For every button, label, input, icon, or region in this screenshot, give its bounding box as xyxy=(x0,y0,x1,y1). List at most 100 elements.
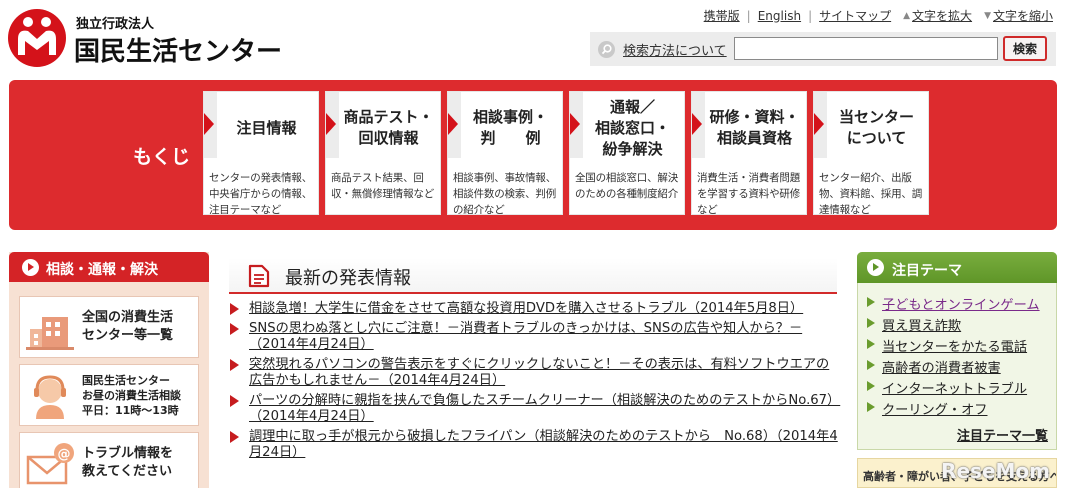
arrow-icon xyxy=(326,92,339,158)
bullet-icon xyxy=(230,303,239,315)
logo-name: 国民生活センター xyxy=(74,37,283,67)
menu-card-cases[interactable]: 相談事例・ 判 例 相談事例、事故情報、相談件数の検索、判例の紹介など xyxy=(447,91,563,215)
sitemap-link[interactable]: サイトマップ xyxy=(819,7,891,24)
menu-card-desc: センター紹介、出版物、資料館、採用、調達情報など xyxy=(819,172,922,215)
bullet-icon xyxy=(867,402,875,412)
consumer-center-list-button[interactable]: 全国の消費生活 センター等一覧 xyxy=(19,296,199,358)
list-item: 買え買え詐欺 xyxy=(865,315,1040,336)
site-logo[interactable]: 独立行政法人 国民生活センター xyxy=(8,9,282,67)
triangle-down-icon: ▼ xyxy=(984,10,991,21)
bullet-icon xyxy=(230,359,239,371)
utility-links: 携帯版 | English | サイトマップ ▲ 文字を拡大 ▼ 文字を縮小 xyxy=(704,7,1053,24)
english-link[interactable]: English xyxy=(758,9,801,23)
topic-link[interactable]: クーリング・オフ xyxy=(882,403,988,418)
menu-card-title: 当センター について xyxy=(838,108,914,147)
search-help-link[interactable]: 検索方法について xyxy=(623,40,727,59)
logo-subtitle: 独立行政法人 xyxy=(76,17,155,32)
text-smaller-link[interactable]: 文字を縮小 xyxy=(993,7,1053,24)
menu-card-desc: 商品テスト結果、回収・無償修理情報など xyxy=(331,172,434,200)
list-item: 突然現れるパソコンの警告表示をすぐにクリックしないこと！－その表示は、有料ソフト… xyxy=(229,357,841,389)
lunchtime-consultation-button[interactable]: 国民生活センター お昼の消費生活相談 平日：11時～13時 xyxy=(19,364,199,426)
watermark-logo: ReseMom xyxy=(941,459,1050,483)
menu-card-product-test[interactable]: 商品テスト・ 回収情報 商品テスト結果、回収・無償修理情報など xyxy=(325,91,441,215)
box-line: 教えてください xyxy=(82,464,172,479)
bullet-icon xyxy=(867,297,875,307)
mobile-link[interactable]: 携帯版 xyxy=(704,7,740,24)
bullet-icon xyxy=(230,323,239,335)
magnifier-icon xyxy=(598,41,615,58)
menu-card-desc: センターの発表情報、中央省庁からの情報、注目テーマなど xyxy=(209,172,312,215)
circle-arrow-icon xyxy=(22,259,39,276)
menu-title: もくじ xyxy=(133,146,191,168)
list-item: 高齢者の消費者被害 xyxy=(865,357,1040,378)
menu-card-title: 注目情報 xyxy=(236,118,297,137)
arrow-icon xyxy=(570,92,583,158)
news-link[interactable]: 突然現れるパソコンの警告表示をすぐにクリックしないこと！－その表示は、有料ソフト… xyxy=(249,357,829,388)
box-line: お昼の消費生活相談 xyxy=(82,388,181,402)
box-line: 全国の消費生活 xyxy=(82,310,174,325)
bullet-icon xyxy=(867,360,875,370)
triangle-up-icon: ▲ xyxy=(903,10,911,21)
bullet-icon xyxy=(867,318,875,328)
building-icon xyxy=(26,317,74,350)
topic-list: 子どもとオンラインゲーム 買え買え詐欺 当センターをかたる電話 高齢者の消費者被… xyxy=(865,294,1040,420)
list-item: パーツの分解時に親指を挟んで負傷したスチームクリーナー（相談解決のためのテストか… xyxy=(229,393,841,425)
consultation-heading-label: 相談・通報・解決 xyxy=(46,262,158,278)
menu-card-featured[interactable]: 注目情報 センターの発表情報、中央省庁からの情報、注目テーマなど xyxy=(203,91,319,215)
bullet-icon xyxy=(867,381,875,391)
box-line: 平日：11時～13時 xyxy=(82,403,179,417)
list-item: 子どもとオンラインゲーム xyxy=(865,294,1040,315)
topic-link[interactable]: インターネットトラブル xyxy=(882,382,1027,397)
menu-card-reporting[interactable]: 通報／ 相談窓口・ 紛争解決 全国の相談窓口、解決のための各種制度紹介 xyxy=(569,91,685,215)
consultation-panel: 相談・通報・解決 全国の消費生活 センター等一覧 国民生活センター お昼の消費生… xyxy=(9,252,209,488)
list-item: 相談急増！大学生に借金をさせて高額な投資用DVDを購入させるトラブル（2014年… xyxy=(229,301,841,317)
menu-card-training[interactable]: 研修・資料・ 相談員資格 消費生活・消費者問題を学習する資料や研修など xyxy=(691,91,807,215)
document-icon xyxy=(248,264,270,288)
menu-card-desc: 消費生活・消費者問題を学習する資料や研修など xyxy=(697,172,800,215)
arrow-icon xyxy=(448,92,461,158)
topic-link[interactable]: 当センターをかたる電話 xyxy=(882,340,1027,355)
divider: | xyxy=(746,8,751,23)
featured-topics-panel: 注目テーマ 子どもとオンラインゲーム 買え買え詐欺 当センターをかたる電話 高齢… xyxy=(857,252,1057,450)
circle-arrow-icon xyxy=(867,259,884,276)
topic-link[interactable]: 買え買え詐欺 xyxy=(882,319,961,334)
text-larger-link[interactable]: 文字を拡大 xyxy=(912,7,972,24)
box-line: 国民生活センター xyxy=(82,373,170,387)
topic-link[interactable]: 高齢者の消費者被害 xyxy=(882,361,1001,376)
bullet-icon xyxy=(867,339,875,349)
menu-card-title: 研修・資料・ 相談員資格 xyxy=(709,108,800,147)
list-item: インターネットトラブル xyxy=(865,378,1040,399)
news-link[interactable]: 相談急増！大学生に借金をさせて高額な投資用DVDを購入させるトラブル（2014年… xyxy=(249,301,803,316)
news-link[interactable]: 調理中に取っ手が根元から破損したフライパン（相談解決のためのテストから No.6… xyxy=(249,429,838,460)
bullet-icon xyxy=(230,431,239,443)
arrow-icon xyxy=(692,92,705,158)
featured-topics-heading-label: 注目テーマ xyxy=(892,263,962,279)
list-item: 当センターをかたる電話 xyxy=(865,336,1040,357)
menu-card-title: 商品テスト・ 回収情報 xyxy=(343,108,434,147)
news-list: 相談急増！大学生に借金をさせて高額な投資用DVDを購入させるトラブル（2014年… xyxy=(229,301,841,465)
menu-card-title: 通報／ 相談窓口・ 紛争解決 xyxy=(594,97,670,158)
menu-card-about[interactable]: 当センター について センター紹介、出版物、資料館、採用、調達情報など xyxy=(813,91,929,215)
topics-list-link[interactable]: 注目テーマ一覧 xyxy=(957,425,1048,444)
list-item: SNSの思わぬ落とし穴にご注意！－消費者トラブルのきっかけは、SNSの広告や知人… xyxy=(229,321,841,353)
box-line: トラブル情報を xyxy=(82,446,174,461)
consultation-heading: 相談・通報・解決 xyxy=(9,252,209,282)
list-item: 調理中に取っ手が根元から破損したフライパン（相談解決のためのテストから No.6… xyxy=(229,429,841,461)
bullet-icon xyxy=(230,395,239,407)
topic-link[interactable]: 子どもとオンラインゲーム xyxy=(882,298,1040,313)
featured-topics-heading: 注目テーマ xyxy=(857,252,1057,283)
search-button[interactable]: 検索 xyxy=(1003,36,1047,61)
report-trouble-button[interactable]: @ トラブル情報を 教えてください xyxy=(19,432,199,488)
menu-card-title: 相談事例・ 判 例 xyxy=(472,108,548,147)
box-line: センター等一覧 xyxy=(82,328,174,343)
news-link[interactable]: パーツの分解時に親指を挟んで負傷したスチームクリーナー（相談解決のためのテストか… xyxy=(249,393,840,424)
support-banner[interactable]: 高齢者・障がい者、子どもを支える方へ ReseMom xyxy=(857,458,1057,488)
search-input[interactable] xyxy=(734,37,998,60)
main-menu: もくじ 注目情報 センターの発表情報、中央省庁からの情報、注目テーマなど 商品テ… xyxy=(9,80,1057,230)
mail-icon: @ xyxy=(26,443,74,485)
search-bar: 検索方法について 検索 xyxy=(590,32,1056,66)
news-heading: 最新の発表情報 xyxy=(229,258,837,294)
menu-card-desc: 全国の相談窓口、解決のための各種制度紹介 xyxy=(575,172,678,200)
arrow-icon xyxy=(204,92,217,158)
news-link[interactable]: SNSの思わぬ落とし穴にご注意！－消費者トラブルのきっかけは、SNSの広告や知人… xyxy=(249,321,802,352)
